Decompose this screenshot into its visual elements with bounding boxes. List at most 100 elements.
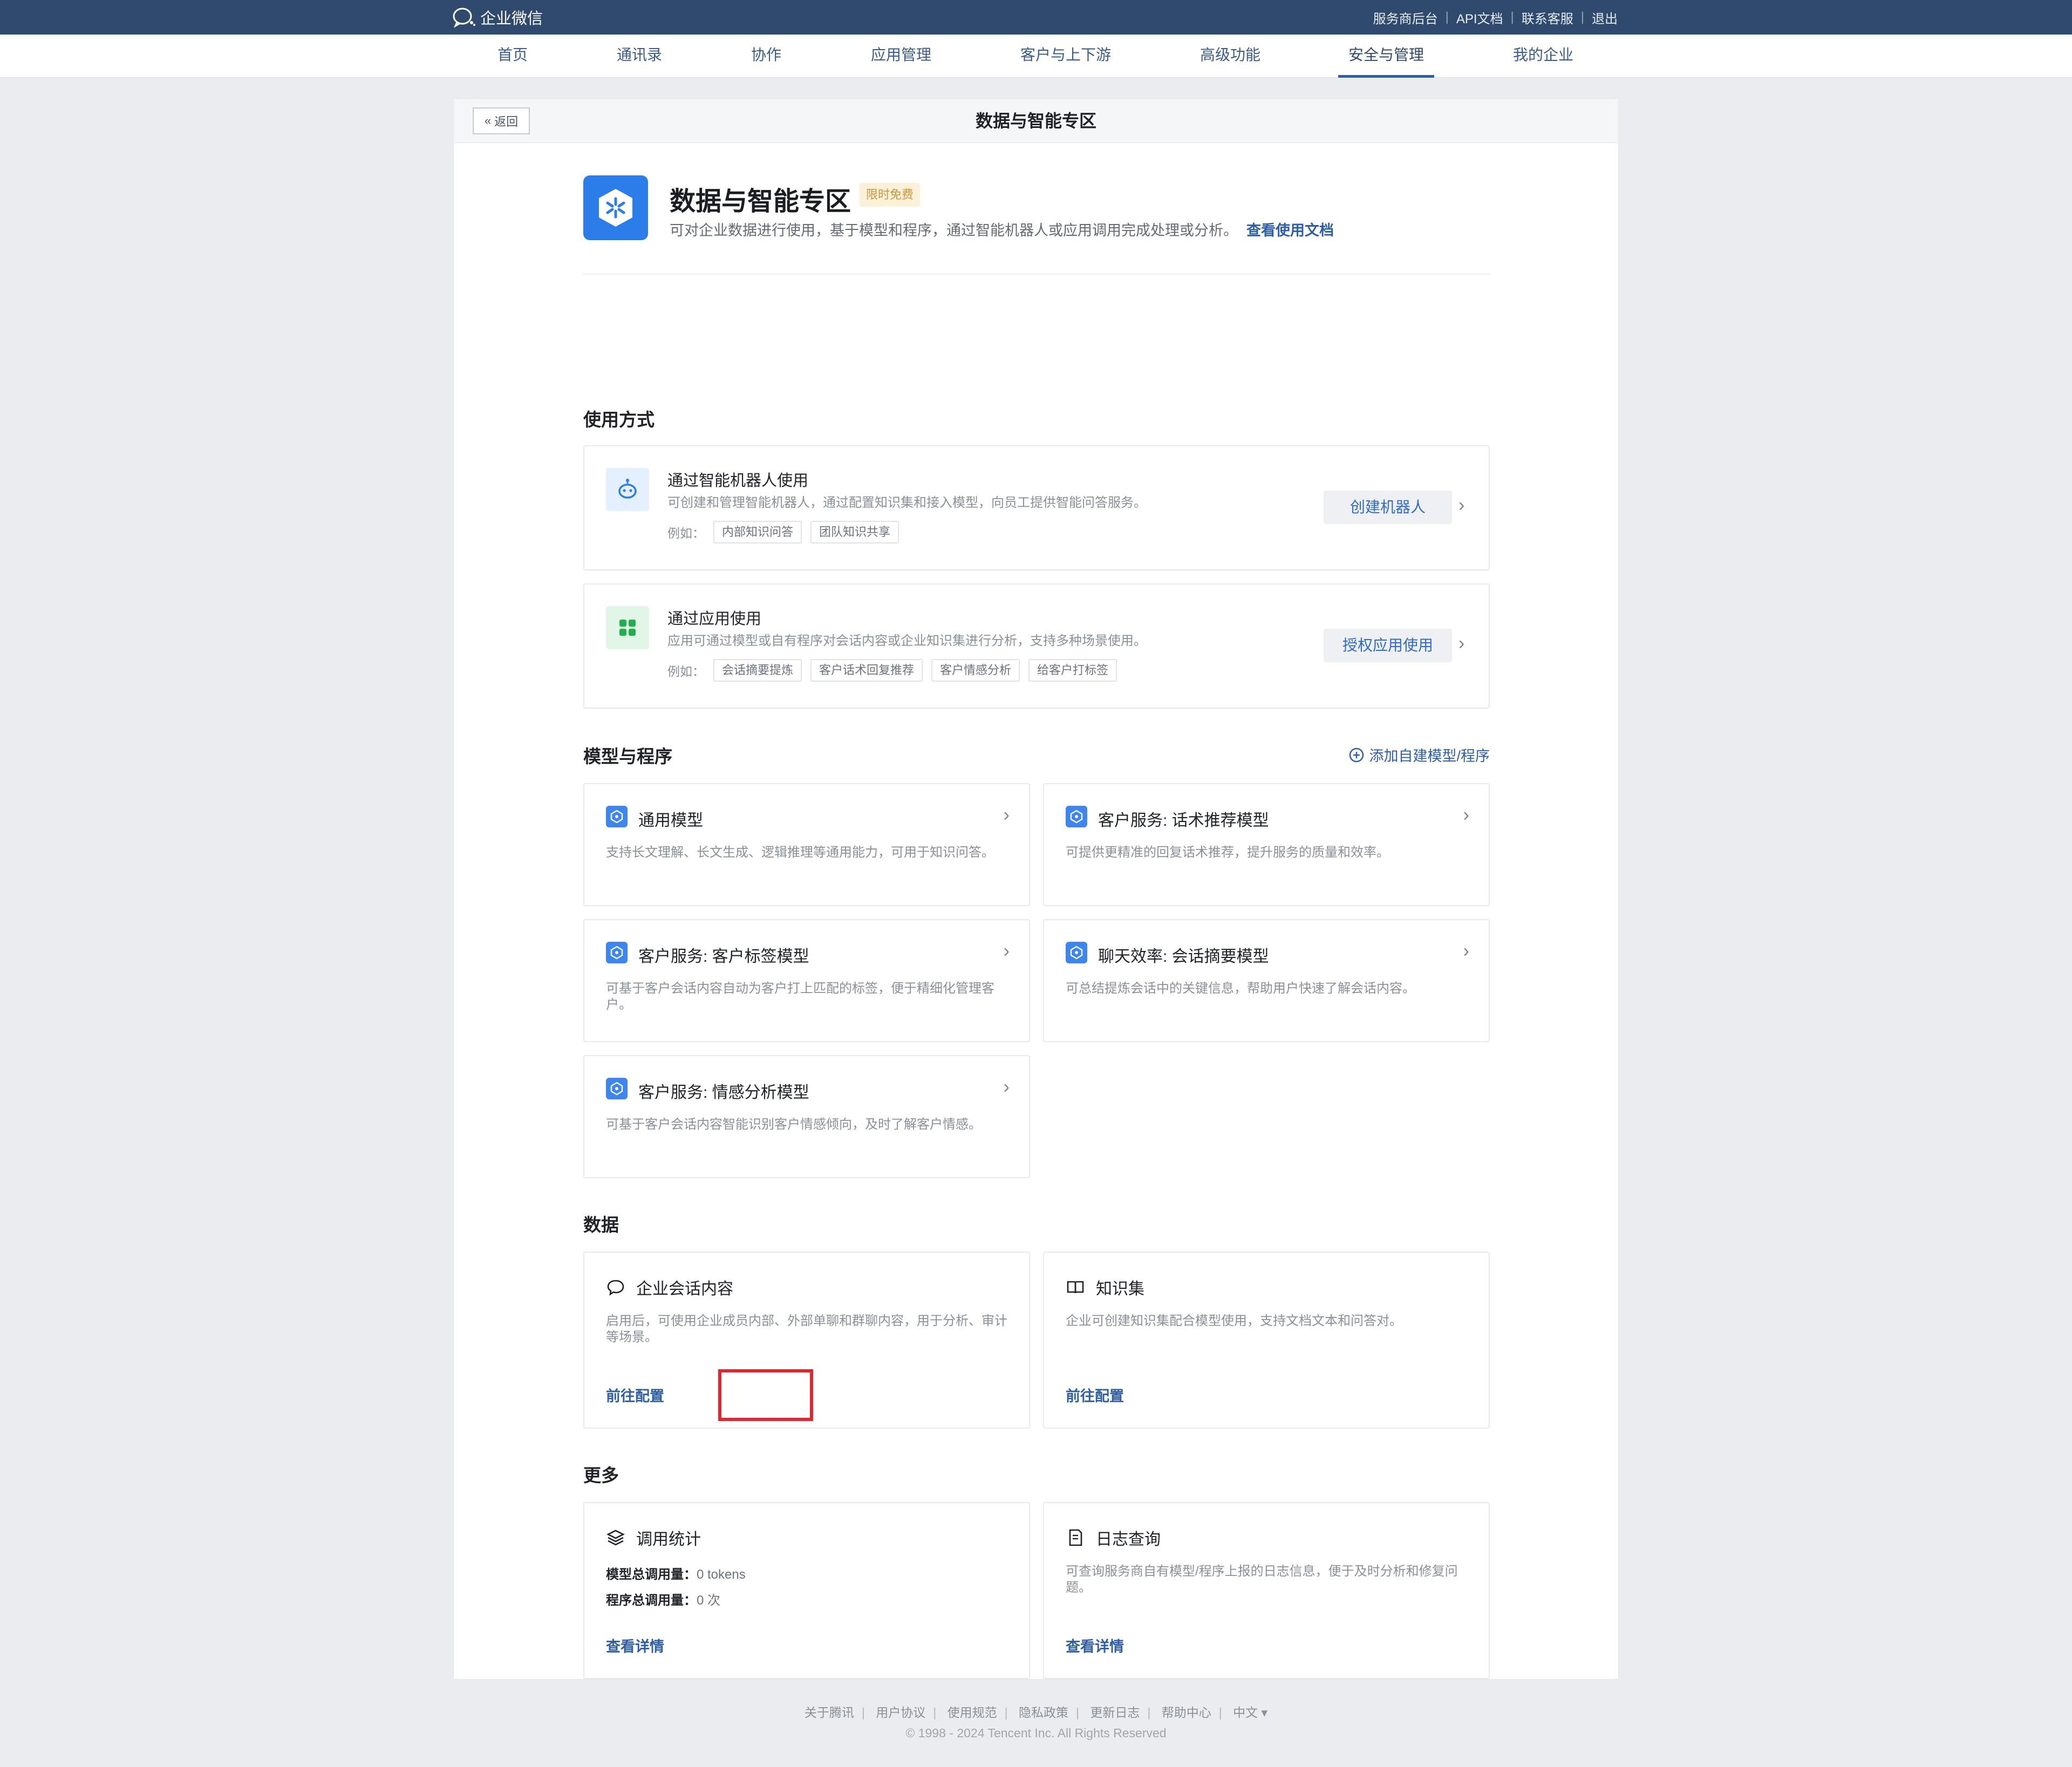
example-tag: 内部知识问答	[713, 521, 802, 543]
more-section-title: 更多	[583, 1465, 619, 1485]
language-select[interactable]: 中文 ▾	[1233, 1705, 1267, 1720]
create-robot-button[interactable]: 创建机器人	[1324, 491, 1452, 524]
view-details-link[interactable]: 查看详情	[606, 1635, 664, 1656]
models-section-title: 模型与程序	[583, 746, 672, 766]
footer-link-help[interactable]: 帮助中心	[1162, 1705, 1211, 1720]
wecom-logo-icon	[453, 8, 475, 28]
model-card-desc: 可提供更精准的回复话术推荐，提升服务的质量和效率。	[1066, 845, 1389, 860]
chevron-right-icon: ›	[1463, 805, 1469, 825]
model-card-title: 客户服务: 话术推荐模型	[1098, 812, 1269, 830]
chevron-right-icon: ›	[1463, 941, 1469, 961]
model-card-title: 客户服务: 客户标签模型	[638, 948, 809, 966]
add-model-button[interactable]: 添加自建模型/程序	[1348, 744, 1490, 765]
nav-collaboration[interactable]: 协作	[739, 35, 793, 78]
model-card-chat-summary[interactable]: 聊天效率: 会话摘要模型 › 可总结提炼会话中的关键信息，帮助用户快速了解会话内…	[1043, 919, 1490, 1042]
link-contact-support[interactable]: 联系客服	[1522, 8, 1573, 27]
chevron-right-icon: ›	[1003, 1077, 1010, 1097]
link-logout[interactable]: 退出	[1592, 8, 1618, 27]
model-card-desc: 支持长文理解、长文生成、逻辑推理等通用能力，可用于知识问答。	[606, 845, 994, 860]
model-cube-icon	[1070, 810, 1083, 824]
stats-card: 调用统计 模型总调用量：0 tokens 程序总调用量：0 次 查看详情	[583, 1502, 1030, 1679]
hero-description-text: 可对企业数据进行使用，基于模型和程序，通过智能机器人或应用调用完成处理或分析。	[670, 222, 1238, 239]
model-usage-line: 模型总调用量：0 tokens	[606, 1564, 746, 1582]
configure-link[interactable]: 前往配置	[606, 1384, 664, 1405]
example-tags: 例如： 内部知识问答 团队知识共享	[667, 521, 899, 543]
model-usage-label: 模型总调用量：	[606, 1567, 697, 1582]
panel-title: 数据与智能专区	[975, 111, 1096, 131]
model-icon	[1066, 942, 1087, 963]
authorize-app-button[interactable]: 授权应用使用	[1324, 629, 1452, 662]
model-card-customer-tag[interactable]: 客户服务: 客户标签模型 › 可基于客户会话内容自动为客户打上匹配的标签，便于精…	[583, 919, 1030, 1042]
model-cube-icon	[610, 946, 623, 960]
top-header: 企业微信 服务商后台 | API文档 | 联系客服 | 退出	[0, 0, 2072, 35]
hero-description: 可对企业数据进行使用，基于模型和程序，通过智能机器人或应用调用完成处理或分析。查…	[670, 219, 1334, 240]
usage-section-title: 使用方式	[583, 410, 655, 430]
example-tag: 团队知识共享	[810, 521, 899, 543]
nav-my-company[interactable]: 我的企业	[1505, 35, 1581, 78]
data-card-desc: 企业可创建知识集配合模型使用，支持文档文本和问答对。	[1066, 1314, 1402, 1328]
nav-advanced[interactable]: 高级功能	[1192, 35, 1268, 78]
nav-contacts[interactable]: 通讯录	[610, 35, 669, 78]
view-details-link[interactable]: 查看详情	[1066, 1635, 1124, 1656]
data-card-desc: 启用后，可使用企业成员内部、外部单聊和群聊内容，用于分析、审计等场景。	[606, 1314, 1007, 1344]
model-card-desc: 可基于客户会话内容自动为客户打上匹配的标签，便于精细化管理客户。	[606, 981, 994, 1012]
chevron-right-icon: ›	[1003, 941, 1010, 961]
data-card-title: 企业会话内容	[636, 1280, 733, 1298]
smart-zone-logo	[583, 175, 648, 240]
model-icon	[606, 1078, 628, 1099]
chevron-right-icon[interactable]: ›	[1458, 633, 1464, 654]
model-cube-icon	[610, 810, 623, 824]
robot-icon	[618, 479, 637, 499]
model-card-general[interactable]: 通用模型 › 支持长文理解、长文生成、逻辑推理等通用能力，可用于知识问答。	[583, 783, 1030, 906]
usage-card-app: 通过应用使用 应用可通过模型或自有程序对会话内容或企业知识集进行分析，支持多种场…	[583, 583, 1490, 709]
example-tag: 给客户打标签	[1028, 659, 1117, 682]
usage-card-desc: 应用可通过模型或自有程序对会话内容或企业知识集进行分析，支持多种场景使用。	[667, 634, 1147, 648]
footer-link-about[interactable]: 关于腾讯	[805, 1705, 854, 1720]
main-panel: 数据与智能专区 « 返回 数据与智能专区 限时免费 可对企业数据进行使用，基于模…	[453, 98, 1619, 1680]
logs-card: 日志查询 可查询服务商自有模型/程序上报的日志信息，便于及时分析和修复问题。 查…	[1043, 1502, 1490, 1679]
data-card-title: 知识集	[1096, 1280, 1144, 1298]
model-card-sentiment[interactable]: 客户服务: 情感分析模型 › 可基于客户会话内容智能识别客户情感倾向，及时了解客…	[583, 1055, 1030, 1178]
top-links: 服务商后台 | API文档 | 联系客服 | 退出	[1373, 0, 1618, 35]
program-usage-value: 0 次	[697, 1593, 721, 1608]
usage-card-title: 通过应用使用	[667, 610, 762, 628]
nav-security-management[interactable]: 安全与管理	[1338, 35, 1434, 78]
model-card-reply-recommend[interactable]: 客户服务: 话术推荐模型 › 可提供更精准的回复话术推荐，提升服务的质量和效率。	[1043, 783, 1490, 906]
model-icon	[606, 806, 628, 827]
plus-circle-icon	[1349, 747, 1364, 762]
model-card-title: 聊天效率: 会话摘要模型	[1098, 948, 1269, 966]
logs-title: 日志查询	[1096, 1531, 1161, 1548]
example-label: 例如：	[667, 526, 705, 540]
hero-title: 数据与智能专区	[670, 187, 851, 216]
back-label: 返回	[494, 115, 519, 128]
link-vendor-console[interactable]: 服务商后台	[1373, 8, 1438, 27]
brand-logo[interactable]: 企业微信	[452, 5, 543, 29]
model-icon	[606, 942, 628, 963]
nav-home[interactable]: 首页	[486, 35, 540, 78]
footer-link-rules[interactable]: 使用规范	[948, 1705, 997, 1720]
link-api-docs[interactable]: API文档	[1456, 8, 1503, 27]
footer-copyright: © 1998 - 2024 Tencent Inc. All Rights Re…	[905, 1726, 1167, 1740]
chevron-right-icon[interactable]: ›	[1458, 495, 1464, 516]
footer-link-changelog[interactable]: 更新日志	[1090, 1705, 1140, 1720]
footer-link-privacy[interactable]: 隐私政策	[1019, 1705, 1068, 1720]
divider	[583, 274, 1490, 275]
configure-link[interactable]: 前往配置	[1066, 1384, 1124, 1405]
hexagon-spark-icon	[599, 189, 632, 227]
highlight-annotation	[718, 1369, 813, 1421]
view-docs-link[interactable]: 查看使用文档	[1246, 222, 1334, 239]
model-card-desc: 可基于客户会话内容智能识别客户情感倾向，及时了解客户情感。	[606, 1117, 982, 1132]
footer-links: 关于腾讯 | 用户协议 | 使用规范 | 隐私政策 | 更新日志 | 帮助中心 | 中文 ▾	[804, 1705, 1268, 1720]
data-card-knowledge: 知识集 企业可创建知识集配合模型使用，支持文档文本和问答对。 前往配置	[1043, 1252, 1490, 1429]
program-usage-label: 程序总调用量：	[606, 1593, 697, 1608]
main-nav: 首页 通讯录 协作 应用管理 客户与上下游 高级功能 安全与管理 我的企业	[0, 35, 2072, 78]
add-model-label: 添加自建模型/程序	[1369, 748, 1490, 764]
back-button[interactable]: « 返回	[473, 107, 530, 134]
nav-app-management[interactable]: 应用管理	[863, 35, 939, 78]
double-chevron-left-icon: «	[484, 114, 492, 127]
model-cube-icon	[610, 1082, 623, 1096]
grid-apps-icon	[619, 620, 636, 636]
nav-customers[interactable]: 客户与上下游	[1014, 35, 1117, 78]
chevron-right-icon: ›	[1003, 805, 1010, 825]
footer-link-agreement[interactable]: 用户协议	[876, 1705, 925, 1720]
